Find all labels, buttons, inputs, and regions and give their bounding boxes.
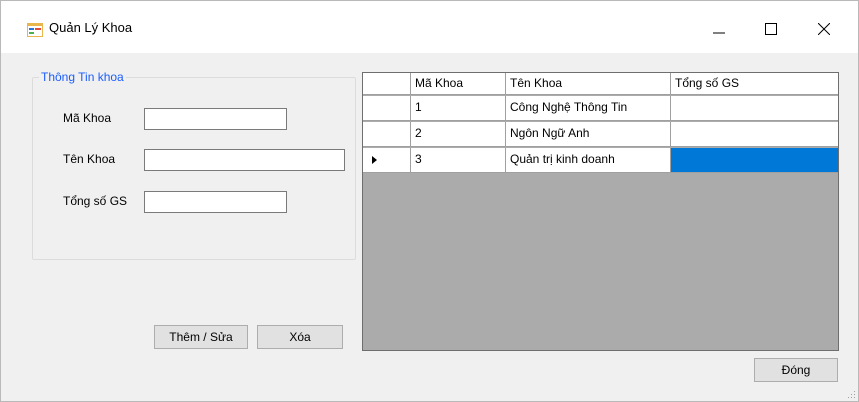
khoa-datagrid[interactable]: Mã Khoa Tên Khoa Tổng số GS 1 Công Nghệ … <box>362 72 839 351</box>
row-header-current[interactable] <box>363 148 411 172</box>
form-icon <box>27 23 43 37</box>
minimize-icon <box>713 32 725 34</box>
tong-so-gs-label: Tổng số GS <box>63 194 128 208</box>
table-row[interactable]: 2 Ngôn Ngữ Anh <box>363 122 838 147</box>
column-header-ten-khoa[interactable]: Tên Khoa <box>506 73 671 94</box>
tong-so-gs-input[interactable] <box>144 191 287 213</box>
cell-ten-khoa[interactable]: Quản trị kinh doanh <box>506 148 671 172</box>
cell-ma-khoa[interactable]: 1 <box>411 96 506 120</box>
cell-ten-khoa[interactable]: Ngôn Ngữ Anh <box>506 122 671 146</box>
table-row[interactable]: 3 Quản trị kinh doanh <box>363 148 838 173</box>
grid-corner-header[interactable] <box>363 73 411 94</box>
window-title: Quản Lý Khoa <box>49 20 133 35</box>
ma-khoa-input[interactable] <box>144 108 287 130</box>
resize-grip-icon[interactable] <box>846 389 856 399</box>
close-icon <box>818 23 830 35</box>
title-bar: Quản Lý Khoa <box>1 1 858 53</box>
groupbox-legend: Thông Tin khoa <box>39 70 126 84</box>
ten-khoa-input[interactable] <box>144 149 345 171</box>
cell-ma-khoa[interactable]: 3 <box>411 148 506 172</box>
minimize-button[interactable] <box>696 9 742 49</box>
maximize-icon <box>765 23 777 35</box>
xoa-button[interactable]: Xóa <box>257 325 343 349</box>
row-header[interactable] <box>363 96 411 120</box>
grid-header-row: Mã Khoa Tên Khoa Tổng số GS <box>363 73 838 95</box>
ten-khoa-label: Tên Khoa <box>63 152 116 166</box>
ma-khoa-label: Mã Khoa <box>63 111 112 125</box>
cell-tong-so-gs[interactable] <box>671 96 838 120</box>
cell-tong-so-gs-selected[interactable] <box>671 148 838 172</box>
cell-ma-khoa[interactable]: 2 <box>411 122 506 146</box>
them-sua-button[interactable]: Thêm / Sửa <box>154 325 248 349</box>
column-header-tong-so-gs[interactable]: Tổng số GS <box>671 73 838 94</box>
main-window: Quản Lý Khoa Thông Tin khoa Mã Khoa Tên … <box>0 0 859 402</box>
maximize-button[interactable] <box>748 9 794 49</box>
cell-tong-so-gs[interactable] <box>671 122 838 146</box>
client-area: Thông Tin khoa Mã Khoa Tên Khoa Tổng số … <box>1 53 858 401</box>
cell-ten-khoa[interactable]: Công Nghệ Thông Tin <box>506 96 671 120</box>
table-row[interactable]: 1 Công Nghệ Thông Tin <box>363 96 838 121</box>
row-header[interactable] <box>363 122 411 146</box>
close-button[interactable] <box>801 9 847 49</box>
column-header-ma-khoa[interactable]: Mã Khoa <box>411 73 506 94</box>
current-row-arrow-icon <box>372 156 377 164</box>
dong-button[interactable]: Đóng <box>754 358 838 382</box>
